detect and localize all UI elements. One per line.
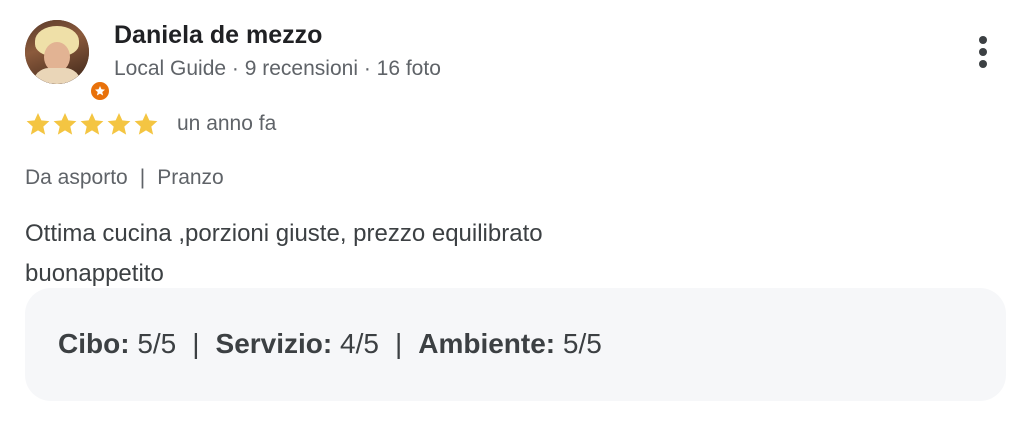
rating-separator: |	[394, 328, 403, 359]
star-icon	[53, 112, 77, 135]
more-vert-icon	[979, 36, 987, 44]
tag-separator: |	[139, 166, 146, 189]
rating-food-value: 5/5	[137, 328, 177, 359]
star-icon	[26, 112, 50, 135]
review-text-line: Ottima cucina ,porzioni giuste, prezzo e…	[25, 220, 543, 247]
review-card: Daniela de mezzo Local Guide · 9 recensi…	[0, 0, 1028, 422]
star-icon	[107, 112, 131, 135]
stats-separator: ·	[357, 57, 377, 80]
avatar-photo	[25, 20, 89, 84]
tag-meal-type: Pranzo	[157, 166, 224, 189]
star-rating	[25, 111, 159, 137]
tag-service-type: Da asporto	[25, 166, 128, 189]
star-icon	[134, 112, 158, 135]
reviewer-avatar[interactable]	[25, 20, 111, 102]
local-guide-badge-icon	[89, 80, 111, 102]
rating-service-value: 4/5	[340, 328, 379, 359]
review-text: Ottima cucina ,porzioni giuste, prezzo e…	[25, 214, 543, 294]
rating-atmosphere-value: 5/5	[562, 328, 602, 359]
reviewer-role: Local Guide	[114, 57, 227, 80]
reviewer-name[interactable]: Daniela de mezzo	[114, 21, 322, 50]
stats-separator: ·	[226, 57, 245, 80]
more-options-button[interactable]	[970, 34, 998, 70]
review-tags: Da asporto | Pranzo	[25, 166, 224, 190]
rating-separator: |	[192, 328, 200, 359]
ratings-summary: Cibo: 5/5 | Servizio: 4/5 | Ambiente: 5/5	[25, 288, 1006, 401]
local-guide-star-icon	[95, 86, 105, 96]
star-icon	[80, 112, 104, 135]
reviewer-review-count: 9 recensioni	[244, 57, 358, 80]
reviewer-photo-count: 16 foto	[376, 57, 441, 80]
rating-service-label: Servizio:	[215, 328, 333, 359]
rating-atmosphere-label: Ambiente:	[418, 328, 556, 359]
reviewer-stats: Local Guide · 9 recensioni · 16 foto	[114, 57, 441, 81]
review-date: un anno fa	[177, 112, 277, 135]
ratings-row: Cibo: 5/5 | Servizio: 4/5 | Ambiente: 5/5	[58, 328, 602, 360]
rating-food-label: Cibo:	[58, 328, 130, 359]
